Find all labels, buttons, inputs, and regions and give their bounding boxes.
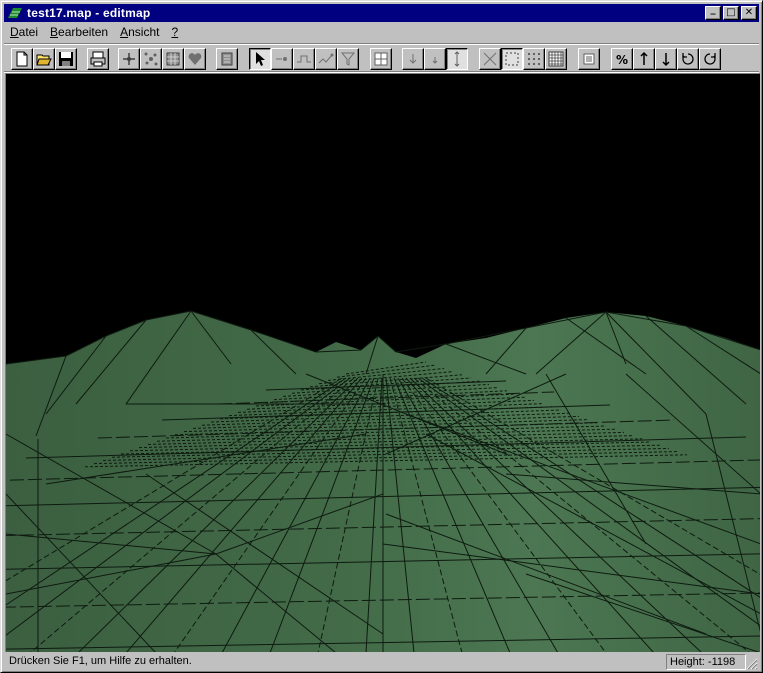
- small-lower-button[interactable]: [424, 48, 446, 70]
- layers-button[interactable]: [578, 48, 600, 70]
- line-tool-icon: [297, 55, 311, 63]
- arrow-up-icon: [640, 51, 648, 65]
- vertical-split-icon: [454, 51, 460, 67]
- menu-ansicht[interactable]: Ansicht: [114, 25, 165, 39]
- percent-button[interactable]: %: [611, 48, 633, 70]
- menu-bar: Datei Bearbeiten Ansicht ?: [4, 23, 759, 41]
- minimize-icon: _: [710, 4, 716, 15]
- line-tool-button[interactable]: [293, 48, 315, 70]
- frame-view-button[interactable]: [501, 48, 523, 70]
- menu-datei[interactable]: Datei: [4, 25, 44, 39]
- path-tool-icon: [318, 53, 334, 64]
- dots-grid-icon: [528, 53, 540, 65]
- page-icon: [221, 52, 233, 66]
- menu-bearbeiten[interactable]: Bearbeiten: [44, 25, 114, 39]
- rotate-ccw-button[interactable]: [677, 48, 699, 70]
- open-folder-icon: [36, 54, 52, 66]
- svg-text:%: %: [616, 53, 628, 67]
- texture-button[interactable]: [162, 48, 184, 70]
- heart-object-icon: [188, 53, 202, 65]
- terrain-3d-viewport[interactable]: [5, 73, 760, 652]
- map-app-icon: [8, 8, 22, 18]
- status-bar: Drücken Sie F1, um Hilfe zu erhalten. He…: [4, 653, 759, 671]
- close-button[interactable]: ✕: [741, 6, 757, 20]
- percent-icon: %: [616, 53, 628, 67]
- filter-tool-icon: [340, 52, 356, 66]
- status-message: Drücken Sie F1, um Hilfe zu erhalten.: [9, 655, 192, 667]
- layers-icon: [583, 53, 595, 65]
- arrow-down-icon: [662, 53, 670, 67]
- fine-grid-button[interactable]: [545, 48, 567, 70]
- rotate-ccw-icon: [682, 53, 694, 65]
- arrow-down-button[interactable]: [655, 48, 677, 70]
- save-disk-icon: [59, 52, 73, 66]
- arrow-up-button[interactable]: [633, 48, 655, 70]
- save-disk-button[interactable]: [55, 48, 77, 70]
- window-title: test17.map - editmap: [27, 6, 151, 20]
- small-lower-icon: [432, 57, 438, 64]
- point-tool-button[interactable]: [271, 48, 293, 70]
- height-scatter-icon: [144, 52, 158, 66]
- vertical-split-button[interactable]: [446, 48, 468, 70]
- toolbar: %: [4, 43, 759, 73]
- rotate-cw-button[interactable]: [699, 48, 721, 70]
- print-button[interactable]: [87, 48, 109, 70]
- app-window: test17.map - editmap _ □ ✕ Datei Bearbei…: [0, 0, 763, 673]
- filter-tool-button[interactable]: [337, 48, 359, 70]
- lower-icon: [409, 54, 417, 64]
- maximize-button[interactable]: □: [723, 6, 739, 20]
- fine-grid-icon: [548, 51, 564, 67]
- heart-object-button[interactable]: [184, 48, 206, 70]
- maximize-icon: □: [726, 7, 736, 18]
- cross-view-icon: [483, 52, 497, 66]
- height-add-icon: [123, 53, 135, 65]
- grid-quad-button[interactable]: [370, 48, 392, 70]
- height-scatter-button[interactable]: [140, 48, 162, 70]
- terrain-wireframe-render: [6, 74, 760, 652]
- height-readout: Height: -1198: [666, 654, 746, 670]
- select-arrow-button[interactable]: [249, 48, 271, 70]
- cross-view-button[interactable]: [479, 48, 501, 70]
- point-tool-icon: [276, 57, 287, 61]
- new-document-icon: [16, 51, 28, 67]
- dots-grid-button[interactable]: [523, 48, 545, 70]
- resize-grip-icon[interactable]: [746, 658, 758, 670]
- caption-buttons: _ □ ✕: [705, 4, 757, 20]
- open-folder-button[interactable]: [33, 48, 55, 70]
- print-icon: [90, 51, 106, 67]
- menu-help[interactable]: ?: [165, 25, 184, 39]
- frame-view-icon: [505, 52, 519, 66]
- page-button[interactable]: [216, 48, 238, 70]
- lower-button[interactable]: [402, 48, 424, 70]
- grid-quad-icon: [374, 52, 388, 66]
- close-icon: ✕: [744, 7, 754, 18]
- height-add-button[interactable]: [118, 48, 140, 70]
- rotate-cw-icon: [704, 53, 716, 65]
- new-document-button[interactable]: [11, 48, 33, 70]
- texture-icon: [166, 52, 180, 66]
- select-arrow-icon: [256, 52, 265, 66]
- path-tool-button[interactable]: [315, 48, 337, 70]
- title-bar[interactable]: test17.map - editmap _ □ ✕: [4, 4, 759, 22]
- minimize-button[interactable]: _: [705, 4, 721, 20]
